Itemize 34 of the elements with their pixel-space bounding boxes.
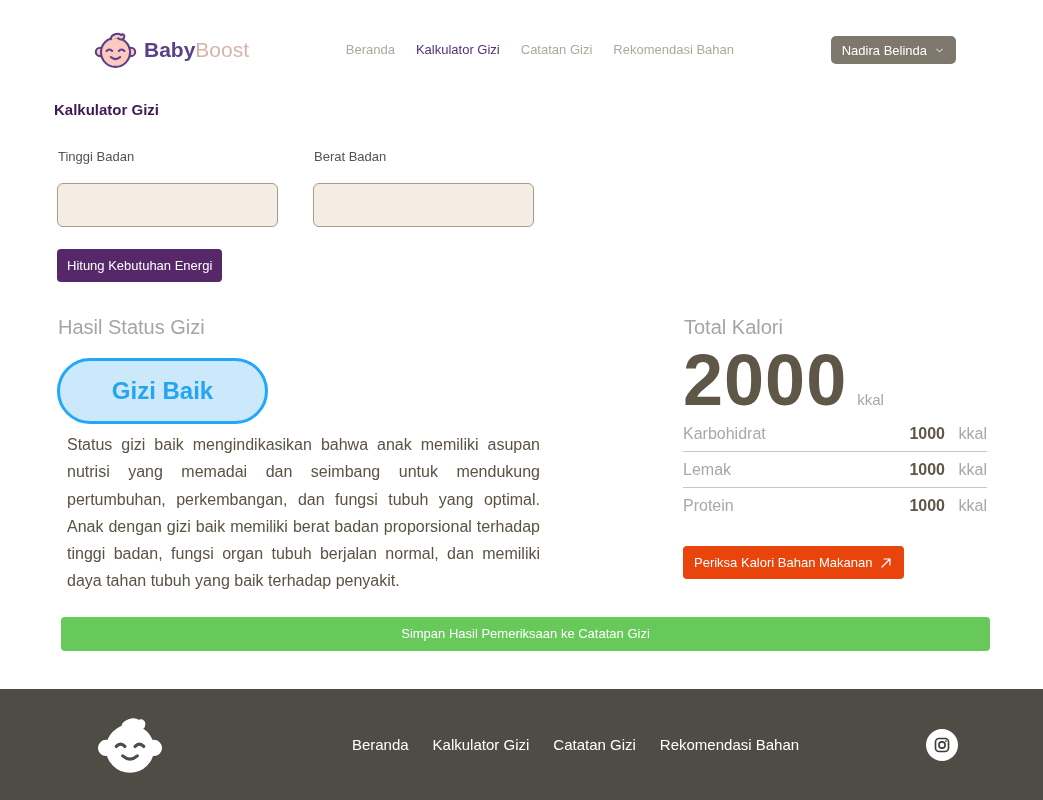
baby-face-icon [93,31,138,69]
nutrient-label: Protein [683,497,735,515]
section-title: Kalkulator Gizi [54,101,160,119]
input-field[interactable] [57,183,278,227]
footer-link[interactable]: Rekomendasi Bahan [659,736,800,753]
nutrient-label: Karbohidrat [683,424,767,443]
unit-label: kkal [957,497,987,515]
nutrient-label: Lemak [683,460,733,479]
status-description: Status gizi baik mengindikasikan bahwa anak memiliki asupan nutrisi yang memadai dan seimbang untuk mendukung pertumbuhan, perkembangan, dan fungsi tubuh yang optimal. Anak dengan gizi baik memiliki berat badan proporsional terhadap tinggi badan, fungsi organ tubuh berjalan normal, dan memiliki daya tahan tubuh yang baik terhadap penyakit. [66,435,540,592]
check-food-calories-button[interactable]: Periksa Kalori Bahan Makanan [683,546,904,579]
brand-name: BabyBoost [144,37,250,63]
input-field[interactable] [313,183,534,227]
total-calorie-heading: Total Kalori [683,315,784,339]
result-heading: Hasil Status Gizi [57,315,205,339]
field-label: Tinggi Badan [57,149,136,165]
nutrient-value: 1000 [909,497,945,515]
calculate-button[interactable]: Hitung Kebutuhan Energi [57,249,223,282]
camera-icon[interactable] [926,728,958,761]
user-menu-button[interactable]: Nadira Belinda [830,36,956,64]
footer-link[interactable]: Catatan Gizi [553,736,636,753]
nav-link[interactable]: Kalkulator Gizi [415,42,500,58]
unit-label: kkal [957,424,987,443]
caret-icon [936,47,943,53]
calorie-total: 2000 [683,344,848,416]
unit-label: kkal [857,391,884,408]
nutrient-value: 1000 [909,460,945,479]
nutrition-status-badge: Gizi Baik [57,358,268,424]
footer-link[interactable]: Beranda [351,736,409,753]
unit-label: kkal [957,460,987,479]
field-label: Berat Badan [313,149,388,165]
footer-link[interactable]: Kalkulator Gizi [432,736,530,753]
baby-face-icon [95,715,165,774]
arrow-up-right-icon [880,557,891,568]
nutrient-value: 1000 [909,424,945,443]
